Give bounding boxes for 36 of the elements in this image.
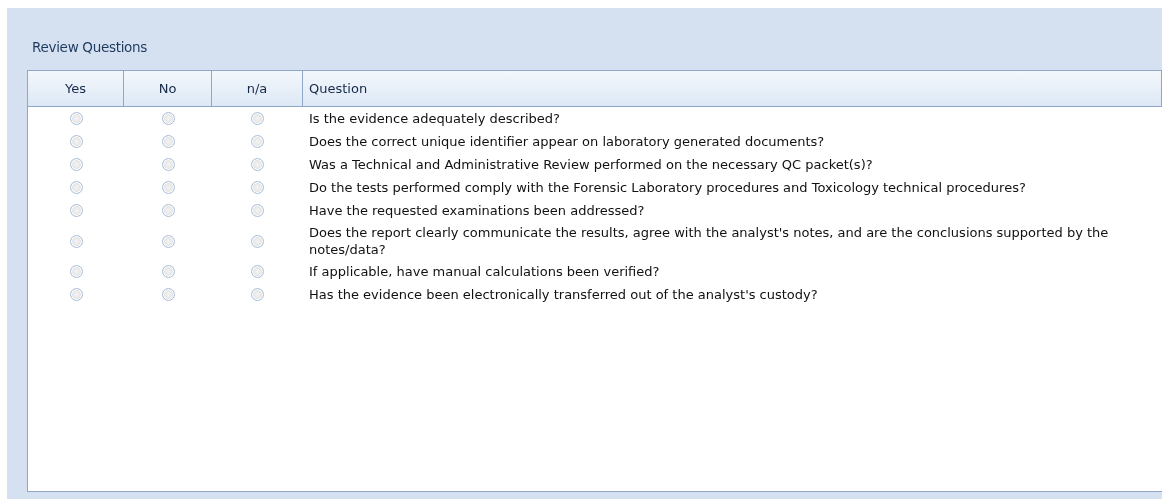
- radio-button[interactable]: [69, 265, 83, 278]
- question-text: Was a Technical and Administrative Review performed on the necessary QC packet(s)?: [309, 156, 873, 173]
- question-text: Have the requested examinations been addressed?: [309, 202, 645, 219]
- question-text: If applicable, have manual calculations been verified?: [309, 263, 660, 280]
- radio-button[interactable]: [161, 204, 175, 217]
- radio-button[interactable]: [69, 288, 83, 301]
- radio-button[interactable]: [251, 181, 264, 194]
- radio-button[interactable]: [69, 234, 83, 248]
- radio-button[interactable]: [69, 181, 83, 194]
- radio-button[interactable]: [161, 158, 175, 171]
- radio-button[interactable]: [161, 265, 175, 278]
- radio-button[interactable]: [251, 265, 264, 278]
- column-header: No: [124, 71, 212, 107]
- radio-button[interactable]: [251, 158, 264, 171]
- radio-button[interactable]: [69, 112, 83, 125]
- radio-button[interactable]: [161, 288, 175, 301]
- section-title: Review Questions: [32, 38, 149, 57]
- question-text: Does the report clearly communicate the results, agree with the analyst's notes, and are the conclusions supported by the notes/data?: [309, 224, 1110, 258]
- radio-button[interactable]: [161, 135, 175, 148]
- radio-button[interactable]: [251, 204, 264, 217]
- question-text: Has the evidence been electronically transferred out of the analyst's custody?: [309, 286, 818, 303]
- radio-button[interactable]: [251, 135, 264, 148]
- radio-button[interactable]: [251, 234, 264, 248]
- column-header: Question: [303, 71, 1162, 107]
- radio-button[interactable]: [251, 288, 264, 301]
- radio-button[interactable]: [251, 112, 264, 125]
- question-text: Is the evidence adequately described?: [309, 110, 560, 127]
- radio-button[interactable]: [69, 135, 83, 148]
- radio-button[interactable]: [161, 112, 175, 125]
- column-header: Yes: [28, 71, 124, 107]
- radio-button[interactable]: [69, 204, 83, 217]
- radio-button[interactable]: [69, 158, 83, 171]
- question-text: Does the correct unique identifier appear on laboratory generated documents?: [309, 133, 825, 150]
- question-text: Do the tests performed comply with the Forensic Laboratory procedures and Toxicology technical procedures?: [309, 179, 1026, 196]
- radio-button[interactable]: [161, 181, 175, 194]
- column-header: n/a: [212, 71, 303, 107]
